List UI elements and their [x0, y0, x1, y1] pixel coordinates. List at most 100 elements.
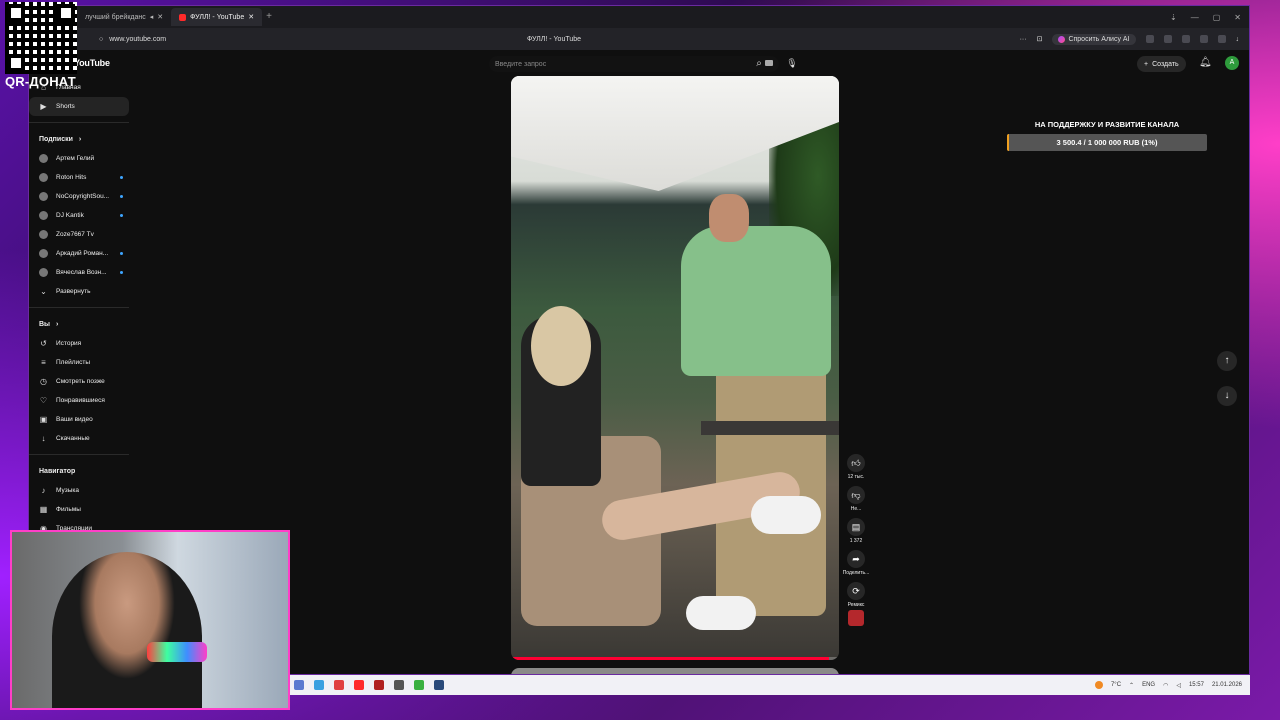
divider [29, 122, 129, 123]
share-button[interactable]: ➦ [847, 550, 865, 568]
close-icon[interactable]: ✕ [157, 13, 163, 21]
search-placeholder: Введите запрос [495, 60, 547, 68]
url-field[interactable]: www.youtube.com [109, 36, 166, 43]
sidebar-item-label: Смотреть позже [56, 378, 105, 385]
remix-label: Ремикс [847, 602, 865, 608]
qr-finder [7, 4, 25, 22]
wifi-icon[interactable]: ◠ [1163, 682, 1168, 689]
download-icon: ↓ [41, 434, 46, 443]
app-icon[interactable] [374, 680, 384, 690]
shorts-video-player[interactable] [511, 76, 839, 660]
sidebar-item[interactable]: ↓ Скачанные [29, 429, 139, 448]
expand-button[interactable]: ⌄ Развернуть [29, 282, 139, 301]
tab-breakdance[interactable]: лучший брейкданс ◂ ✕ [77, 8, 171, 26]
sidebar-item-label: Ваши видео [56, 416, 93, 423]
share-icon: ➦ [852, 554, 860, 564]
previous-short-button[interactable]: ↑ [1217, 351, 1237, 371]
more-icon[interactable]: ··· [1020, 36, 1027, 43]
tab-label: лучший брейкданс [85, 13, 146, 21]
next-short-button[interactable]: ↓ [1217, 386, 1237, 406]
you-title[interactable]: Вы › [29, 314, 139, 334]
music-icon: ♪ [41, 486, 46, 495]
sidebar-item[interactable]: ▣ Ваши видео [29, 410, 139, 429]
language-indicator[interactable]: ENG [1142, 682, 1155, 688]
create-button[interactable]: + Создать [1137, 56, 1186, 72]
yandex-icon[interactable] [354, 680, 364, 690]
microphone-icon[interactable]: 🎙︎ [783, 54, 801, 72]
search-input[interactable]: Введите запрос [489, 56, 779, 72]
chevron-down-icon: ⌄ [40, 287, 47, 296]
section-label: Подписки [39, 135, 73, 143]
extension-icon[interactable] [1217, 35, 1226, 43]
video-progress-bar[interactable] [511, 657, 839, 660]
video-icon: ▣ [39, 415, 48, 424]
chevron-right-icon: › [78, 135, 82, 143]
app-icon[interactable] [314, 680, 324, 690]
create-label: Создать [1152, 60, 1179, 68]
weather-temp[interactable]: 7°C [1111, 682, 1121, 688]
sidebar-item[interactable]: DJ Kantik [29, 206, 139, 225]
extension-icon[interactable] [1163, 35, 1172, 43]
avatar[interactable]: A [1225, 56, 1239, 70]
sidebar-item[interactable]: Zoze7667 Tv [29, 225, 139, 244]
volume-icon[interactable]: ◁ [1176, 682, 1181, 689]
sidebar-item[interactable]: NoCopyrightSou... [29, 187, 139, 206]
search-icon[interactable]: ⌕ [751, 56, 767, 72]
tab-youtube[interactable]: ФУЛЛ! - YouTube ✕ [171, 8, 263, 26]
sound-thumbnail[interactable] [848, 610, 864, 626]
clock-time[interactable]: 15:57 [1189, 682, 1204, 688]
like-button[interactable]: 👍︎ [847, 454, 865, 472]
maximize-icon[interactable]: ▢ [1213, 13, 1221, 22]
start-icon[interactable] [294, 680, 304, 690]
streamer-figure [52, 552, 202, 708]
app-icon[interactable] [394, 680, 404, 690]
tray-chevron-icon[interactable]: ⌃ [1129, 682, 1134, 689]
comment-icon: ▤ [851, 522, 861, 532]
download-icon[interactable]: ↓ [1236, 36, 1240, 43]
sidebar-item[interactable]: ◷ Смотреть позже [29, 372, 139, 391]
extension-icon[interactable] [1145, 35, 1154, 43]
ask-alice-button[interactable]: Спросить Алису AI [1052, 33, 1136, 45]
sidebar-item[interactable]: ↺ История [29, 334, 139, 353]
plus-icon: + [1144, 60, 1149, 68]
minimize-icon[interactable]: — [1191, 13, 1199, 22]
sidebar-item[interactable]: ▦ Фильмы [29, 500, 139, 519]
steam-icon[interactable] [434, 680, 444, 690]
sidebar-item[interactable]: ♡ Понравившиеся [29, 391, 139, 410]
sidebar-item[interactable]: Вячеслав Возн... [29, 263, 139, 282]
close-icon[interactable]: ✕ [248, 13, 254, 21]
dislike-button[interactable]: 👎︎ [847, 486, 865, 504]
video-scene-shoe [686, 596, 756, 630]
sidebar-item[interactable]: Артем Гелий [29, 149, 139, 168]
dislike-label: Не... [850, 506, 862, 512]
app-icon[interactable] [414, 680, 424, 690]
sidebar-item[interactable]: Roton Hits [29, 168, 139, 187]
close-window-icon[interactable]: ✕ [1234, 13, 1241, 22]
sidebar-item[interactable]: ♪ Музыка [29, 481, 139, 500]
clock-date[interactable]: 21.01.2026 [1212, 682, 1242, 688]
extension-icon[interactable] [1199, 35, 1208, 43]
youtube-logo[interactable]: YouTube [74, 58, 110, 68]
sidebar-item-label: Плейлисты [56, 359, 91, 366]
new-tab-button[interactable]: + [262, 10, 276, 24]
weather-icon [1094, 681, 1103, 689]
new-content-dot [120, 195, 123, 198]
sidebar-item[interactable]: ≡ Плейлисты [29, 353, 139, 372]
sidebar-item-label: Вячеслав Возн... [56, 269, 107, 276]
ask-alice-label: Спросить Алису AI [1068, 35, 1130, 43]
sidebar-item-label: NoCopyrightSou... [56, 193, 110, 200]
sidebar-item[interactable]: Аркадий Роман... [29, 244, 139, 263]
remix-button[interactable]: ⟳ [847, 582, 865, 600]
tab-label: ФУЛЛ! - YouTube [190, 13, 245, 21]
extension-icon[interactable] [1181, 35, 1190, 43]
browser-icon[interactable] [334, 680, 344, 690]
comments-button[interactable]: ▤ [847, 518, 865, 536]
downloads-icon[interactable]: ⇣ [1170, 13, 1177, 22]
sidebar-item-shorts[interactable]: ▶ Shorts [29, 97, 129, 116]
mute-icon[interactable]: ◂ [150, 13, 154, 21]
subscriptions-title[interactable]: Подписки › [29, 129, 139, 149]
next-short-preview[interactable] [511, 668, 839, 674]
bookmark-icon[interactable]: ⊡ [1037, 35, 1043, 43]
notifications-bell-icon[interactable]: 🔔︎ [1199, 57, 1212, 68]
shorts-icon: ▶ [40, 102, 47, 111]
